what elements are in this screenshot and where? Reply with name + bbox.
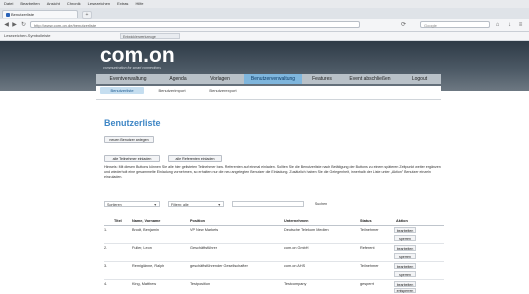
invite-all-speakers-button[interactable]: alle Referenten einladen — [168, 155, 222, 162]
filter-select[interactable]: Filtern: alle ▼ — [168, 201, 224, 207]
back-icon[interactable]: ◀ — [3, 22, 10, 28]
row-company: Deutsche Telekom Medien — [284, 228, 329, 232]
nav-event-abschliessen[interactable]: Event abschließen — [342, 74, 398, 84]
tab-title: Benutzerliste — [11, 12, 35, 17]
col-status: Status — [360, 219, 372, 223]
invite-all-participants-button[interactable]: alle Teilnehmer einladen — [104, 155, 160, 162]
row-name: Remigiänne, Ralph — [132, 264, 165, 268]
home-icon[interactable]: ⌂ — [494, 22, 501, 28]
row-position: Geschäftsführer — [190, 246, 218, 250]
block-button[interactable]: sperren — [394, 271, 416, 277]
row-position: Testposition — [190, 282, 211, 286]
row-status: Teilnehmer — [360, 264, 379, 268]
forward-icon[interactable]: ▶ — [11, 22, 18, 28]
subnav-benutzerliste[interactable]: Benutzerliste — [100, 87, 144, 94]
sort-select-value: Sortieren — [107, 203, 122, 207]
subnav-benutzerexport[interactable]: Benutzerexport — [200, 87, 246, 94]
favicon-icon — [6, 13, 10, 17]
download-icon[interactable]: ↓ — [506, 22, 513, 28]
menu-history[interactable]: Chronik — [67, 1, 81, 6]
site-logo[interactable]: com.on — [100, 44, 175, 68]
edit-button[interactable]: bearbeiten — [394, 245, 416, 251]
row-number: 2. — [104, 246, 108, 250]
row-name: Brodt, Benjamin — [132, 228, 160, 232]
subnav-benutzerimport[interactable]: Benutzerimport — [150, 87, 194, 94]
site-tagline: communication for smart connections — [103, 66, 161, 70]
nav-agenda[interactable]: Agenda — [160, 74, 196, 84]
row-company: com.on AHS — [284, 264, 306, 268]
row-status: gesperrt — [360, 282, 374, 286]
table-row: 4. King, Matthew Testposition Testcompan… — [104, 280, 444, 294]
nav-benutzerverwaltung[interactable]: Benutzerverwaltung — [244, 74, 302, 84]
browser-menubar: Datei Bearbeiten Ansicht Chronik Lesezeichen… — [0, 0, 529, 8]
url-bar[interactable]: http://www.com-on.de/benutzerliste — [30, 21, 360, 28]
table-row: 2. Fuller, Leon Geschäftsführer com.on G… — [104, 244, 444, 262]
menu-view[interactable]: Ansicht — [47, 1, 60, 6]
col-name: Name, Vorname — [132, 219, 161, 223]
row-number: 1. — [104, 228, 108, 232]
row-position: geschäftsführender Gesellschafter — [190, 264, 248, 268]
menu-file[interactable]: Datei — [4, 1, 13, 6]
new-user-button[interactable]: neuen Benutzer anlegen — [104, 136, 154, 143]
sub-navigation: Benutzerliste Benutzerimport Benutzerexp… — [96, 86, 441, 95]
edit-button[interactable]: bearbeiten — [394, 227, 416, 233]
developer-toolbar[interactable]: Entwicklerwerkzeuge — [120, 33, 180, 39]
menu-icon[interactable]: ≡ — [517, 22, 524, 28]
nav-eventverwaltung[interactable]: Eventverwaltung — [98, 74, 158, 84]
hint-text: Hinweis: Mit diesen Buttons können Sie a… — [104, 165, 441, 179]
row-position: VP New Markets — [190, 228, 219, 232]
row-status: Referent — [360, 246, 375, 250]
block-button[interactable]: sperren — [394, 235, 416, 241]
row-number: 4. — [104, 282, 108, 286]
sort-select[interactable]: Sortieren ▼ — [104, 201, 160, 207]
menu-edit[interactable]: Bearbeiten — [20, 1, 39, 6]
browser-tab[interactable]: Benutzerliste — [2, 10, 78, 18]
reload-icon[interactable]: ↻ — [20, 22, 27, 28]
refresh-icon[interactable]: ⟳ — [400, 22, 407, 28]
header-divider — [96, 99, 441, 100]
col-title: Titel — [114, 219, 122, 223]
new-tab-button[interactable]: + — [82, 11, 92, 19]
edit-button[interactable]: bearbeiten — [394, 263, 416, 269]
row-number: 3. — [104, 264, 108, 268]
table-row: 3. Remigiänne, Ralph geschäftsführender … — [104, 262, 444, 280]
row-company: com.on GmbH — [284, 246, 309, 250]
search-button[interactable]: Suchen — [310, 201, 332, 208]
row-name: King, Matthew — [132, 282, 157, 286]
browser-navbar: ◀ ▶ ↻ http://www.com-on.de/benutzerliste… — [0, 19, 529, 32]
nav-features[interactable]: Features — [304, 74, 340, 84]
col-action: Aktion — [396, 219, 408, 223]
chevron-down-icon: ▼ — [217, 203, 221, 207]
row-company: Testcompany — [284, 282, 307, 286]
menu-bookmarks[interactable]: Lesezeichen — [88, 1, 110, 6]
browser-tabbar: Benutzerliste + — [0, 8, 529, 19]
edit-button[interactable]: bearbeiten — [394, 281, 416, 287]
unblock-button[interactable]: entsperren — [394, 288, 416, 293]
block-button[interactable]: sperren — [394, 253, 416, 259]
row-name: Fuller, Leon — [132, 246, 152, 250]
menu-help[interactable]: Hilfe — [135, 1, 143, 6]
nav-vorlagen[interactable]: Vorlagen — [198, 74, 242, 84]
browser-search-input[interactable]: Google — [420, 21, 490, 28]
chevron-down-icon: ▼ — [153, 203, 157, 207]
nav-logout[interactable]: Logout — [400, 74, 439, 84]
bookmark-item[interactable]: Lesezeichen-Symbolleiste — [4, 33, 50, 38]
table-header: Titel Name, Vorname Position Unternehmen… — [104, 218, 444, 226]
filter-select-value: Filtern: alle — [171, 203, 189, 207]
table-row: 1. Brodt, Benjamin VP New Markets Deutsc… — [104, 226, 444, 244]
page-title: Benutzerliste — [104, 118, 161, 128]
user-search-input[interactable] — [232, 201, 304, 207]
col-position: Position — [190, 219, 205, 223]
bookmark-bar: Lesezeichen-Symbolleiste — [0, 32, 529, 41]
main-navigation: Eventverwaltung Agenda Vorlagen Benutzer… — [96, 74, 441, 84]
menu-tools[interactable]: Extras — [117, 1, 128, 6]
col-company: Unternehmen — [284, 219, 309, 223]
row-status: Teilnehmer — [360, 228, 379, 232]
